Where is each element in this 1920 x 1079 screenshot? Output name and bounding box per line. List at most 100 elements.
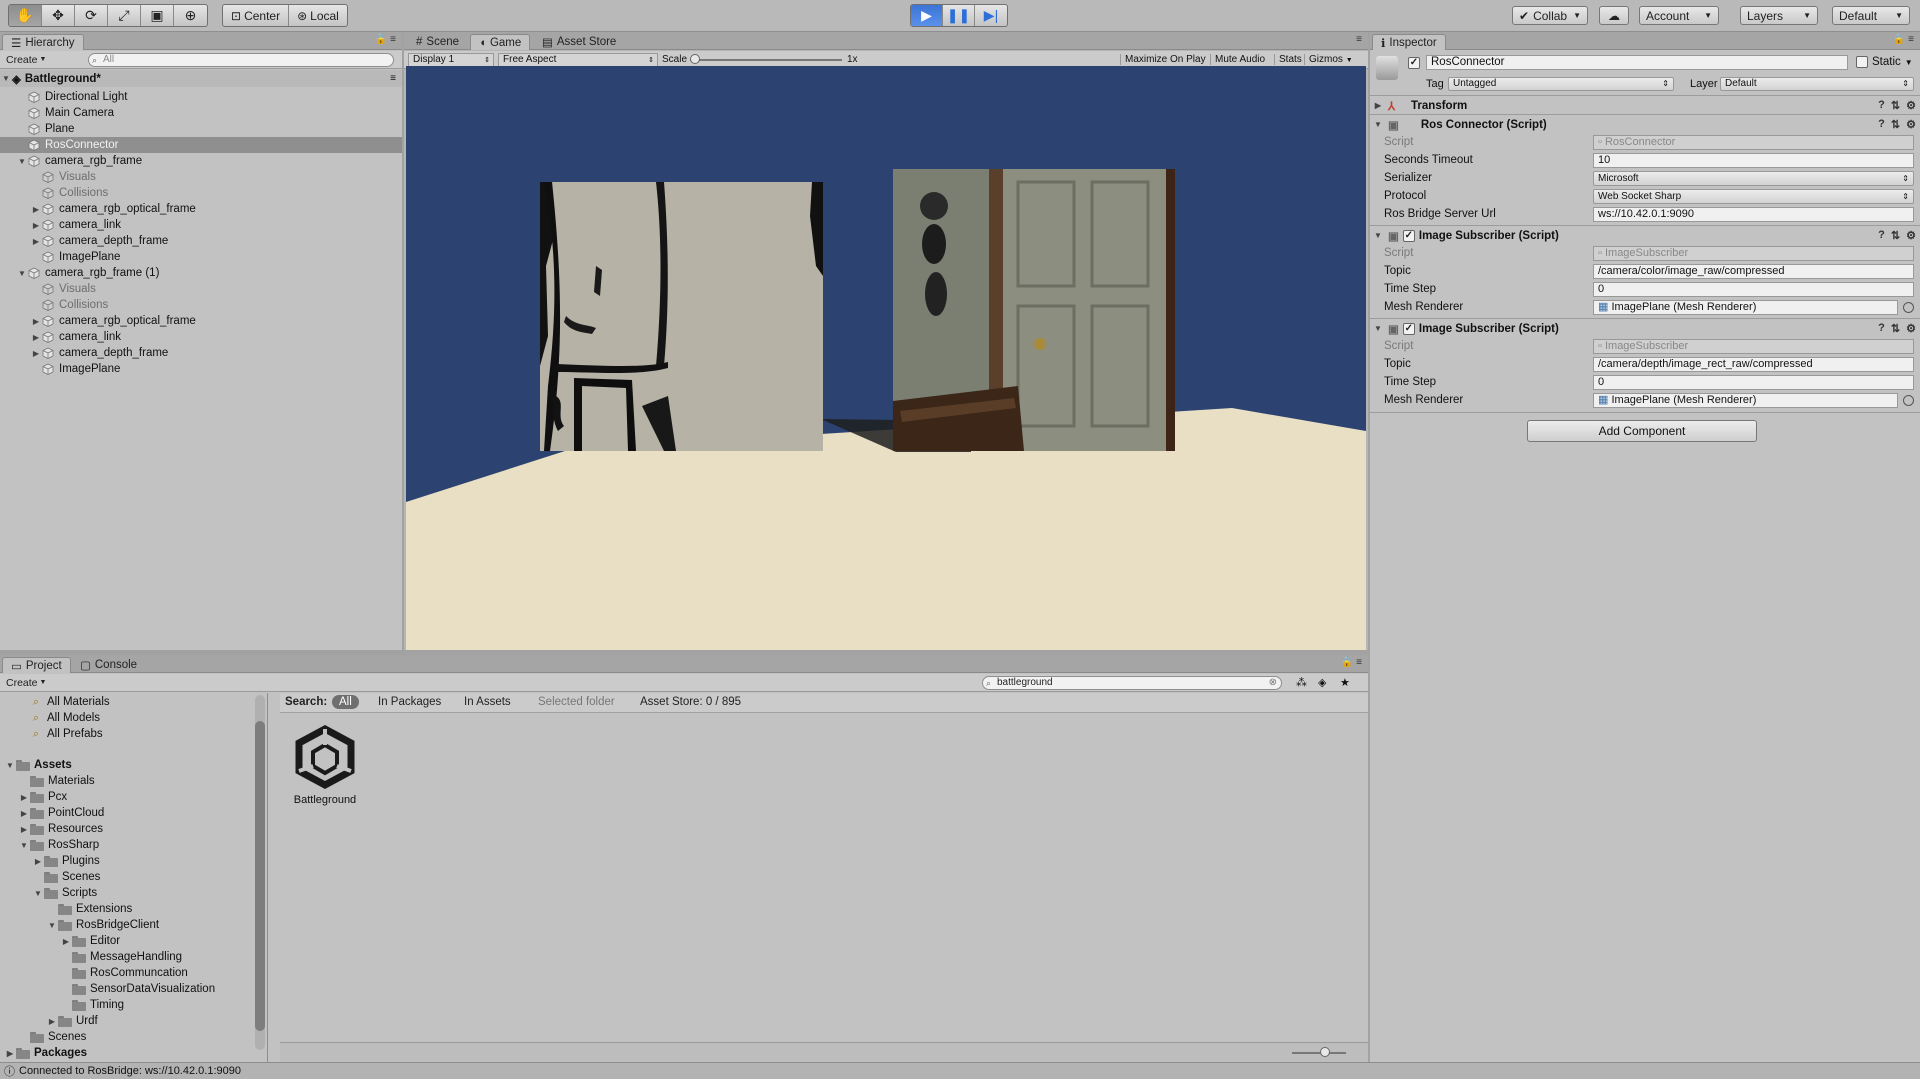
transform-header[interactable]: ▶ ⅄ Transform ? ⇅ ⚙ [1370,95,1920,115]
fold-closed-icon[interactable]: ▶ [18,825,30,834]
hierarchy-search-input[interactable]: ⌕ All [88,53,394,67]
asset-tile[interactable]: Battleground [290,725,360,806]
space-local-button[interactable]: ⊛ Local [289,5,347,26]
timestep-input[interactable]: 0 [1593,281,1914,297]
fold-closed-icon[interactable]: ▶ [30,221,42,230]
tag-dropdown[interactable]: Untagged ⇕ [1448,77,1674,91]
favorite-item[interactable]: ⌕ All Prefabs [0,726,267,742]
enabled-checkbox[interactable]: ✓ [1402,322,1415,335]
topic-input[interactable]: /camera/color/image_raw/compressed [1593,263,1914,279]
icon-size-slider[interactable] [1292,1052,1346,1054]
project-folder-item[interactable]: SensorDataVisualization [0,981,267,997]
fold-open-icon[interactable]: ▼ [18,841,30,850]
hierarchy-item[interactable]: Visuals [0,169,402,185]
tab-scene[interactable]: # Scene [408,34,467,50]
collab-dropdown[interactable]: ✔ Collab ▼ [1512,6,1588,25]
mesh-renderer-field[interactable]: ▦ ImagePlane (Mesh Renderer) [1593,392,1914,408]
panel-menu-icon[interactable]: 🔒 ≡ [1893,34,1914,45]
fold-closed-icon[interactable]: ▶ [30,317,42,326]
fold-open-icon[interactable]: ▼ [32,889,44,898]
tree-scrollbar[interactable] [255,695,265,1050]
project-folder-item[interactable]: ▶ PointCloud [0,805,267,821]
scope-packages-button[interactable]: In Packages [378,696,441,708]
rotate-tool-icon[interactable]: ⟳ [75,5,108,26]
help-icon[interactable]: ? [1878,322,1885,335]
panel-menu-icon[interactable]: ≡ [1356,34,1362,45]
layer-dropdown[interactable]: Default ⇕ [1720,77,1914,91]
project-folder-item[interactable]: Scenes [0,1029,267,1045]
favorite-star-icon[interactable]: ★ [1340,676,1350,689]
hierarchy-item[interactable]: ImagePlane [0,249,402,265]
image-subscriber-header[interactable]: ▼ ▣ ✓ Image Subscriber (Script) ? ⇅ ⚙ [1370,318,1920,338]
script-field[interactable]: ▫ RosConnector [1593,134,1914,150]
fold-closed-icon[interactable]: ▶ [30,237,42,246]
hierarchy-item[interactable]: Plane [0,121,402,137]
fold-closed-icon[interactable]: ▶ [30,205,42,214]
active-checkbox[interactable]: ✓ [1408,56,1420,69]
help-icon[interactable]: ? [1878,99,1885,112]
hierarchy-item[interactable]: ▶ camera_link [0,329,402,345]
account-dropdown[interactable]: Account ▼ [1639,6,1719,25]
url-input[interactable]: ws://10.42.0.1:9090 [1593,206,1914,222]
clear-search-icon[interactable]: ⊗ [1269,677,1277,689]
project-folder-item[interactable]: Timing [0,997,267,1013]
create-button[interactable]: Create ▼ [6,54,46,66]
script-field[interactable]: ▫ ImageSubscriber [1593,338,1914,354]
hierarchy-item[interactable]: ▶ camera_depth_frame [0,233,402,249]
panel-menu-icon[interactable]: 🔒 ≡ [375,34,396,45]
gear-icon[interactable]: ⚙ [1906,118,1916,131]
object-name-input[interactable]: RosConnector [1426,55,1848,70]
fold-open-icon[interactable]: ▼ [16,269,28,278]
fold-open-icon[interactable]: ▼ [4,761,16,770]
preset-icon[interactable]: ⇅ [1891,118,1900,131]
display-dropdown[interactable]: Display 1 ⇕ [408,52,494,67]
gear-icon[interactable]: ⚙ [1906,99,1916,112]
scale-tool-icon[interactable]: ⤢ [108,5,141,26]
help-icon[interactable]: ? [1878,118,1885,131]
project-folder-item[interactable]: RosCommuncation [0,965,267,981]
scene-root-row[interactable]: ▼ ◈ Battleground* ≡ [0,70,402,87]
project-folder-item[interactable]: ▶ Urdf [0,1013,267,1029]
project-folder-item[interactable]: ▶ Editor [0,933,267,949]
project-folder-item[interactable]: ▼ Scripts [0,885,267,901]
tab-asset-store[interactable]: ▤ Asset Store [534,34,624,50]
scale-slider[interactable] [690,59,842,61]
scrollbar-thumb[interactable] [255,721,265,1031]
pause-button[interactable]: ❚❚ [943,5,975,26]
scope-all-button[interactable]: All [332,695,359,709]
project-folder-item[interactable]: ▼ RosSharp [0,837,267,853]
hierarchy-item[interactable]: ▶ camera_depth_frame [0,345,402,361]
preset-icon[interactable]: ⇅ [1891,99,1900,112]
timeout-input[interactable]: 10 [1593,152,1914,168]
protocol-dropdown[interactable]: Web Socket Sharp ⇕ [1593,188,1914,204]
rect-tool-icon[interactable]: ▣ [141,5,174,26]
static-toggle[interactable]: Static ▼ [1856,56,1913,68]
hierarchy-item[interactable]: RosConnector [0,137,402,153]
hierarchy-item[interactable]: Collisions [0,185,402,201]
enabled-checkbox[interactable]: ✓ [1402,229,1415,242]
favorite-item[interactable]: ⌕ All Models [0,710,267,726]
scope-asset-store-button[interactable]: Asset Store: 0 / 895 [640,696,741,708]
project-folder-item[interactable]: ▶ Plugins [0,853,267,869]
panel-menu-icon[interactable]: 🔒 ≡ [1341,657,1362,668]
maximize-on-play-toggle[interactable]: Maximize On Play [1120,54,1210,65]
fold-open-icon[interactable]: ▼ [16,157,28,166]
aspect-dropdown[interactable]: Free Aspect ⇕ [498,52,658,67]
filter-type-icon[interactable]: ⁂ [1296,676,1307,689]
project-folder-item[interactable]: Materials [0,773,267,789]
layers-dropdown[interactable]: Layers ▼ [1740,6,1818,25]
icon-size-thumb[interactable] [1320,1047,1330,1057]
create-button[interactable]: Create ▼ [6,677,46,689]
project-folder-item[interactable]: ▶ Resources [0,821,267,837]
mute-audio-toggle[interactable]: Mute Audio [1210,54,1269,65]
gizmos-dropdown[interactable]: Gizmos ▼ [1304,54,1357,65]
preset-icon[interactable]: ⇅ [1891,229,1900,242]
timestep-input[interactable]: 0 [1593,374,1914,390]
tab-project[interactable]: ▭ Project [2,657,71,673]
hierarchy-item[interactable]: Visuals [0,281,402,297]
filter-label-icon[interactable]: ◈ [1318,676,1326,689]
hand-tool-icon[interactable]: ✋ [9,5,42,26]
fold-closed-icon[interactable]: ▶ [30,333,42,342]
project-folder-item[interactable]: Extensions [0,901,267,917]
hierarchy-item[interactable]: Directional Light [0,89,402,105]
